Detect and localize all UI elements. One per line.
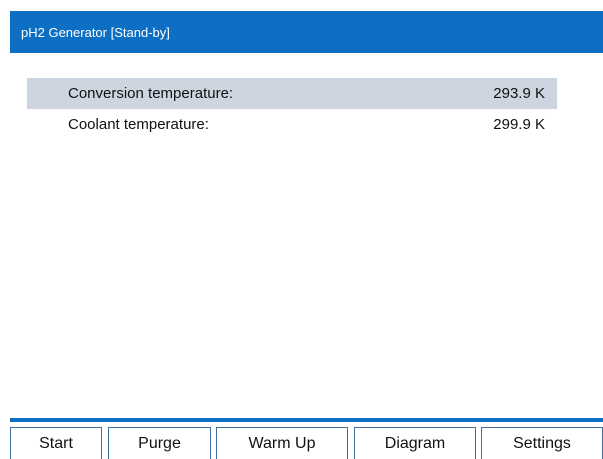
reading-value: 293.9 K bbox=[493, 85, 545, 102]
toolbar-divider bbox=[10, 418, 603, 422]
diagram-button[interactable]: Diagram bbox=[354, 427, 476, 459]
reading-row-coolant-temperature: Coolant temperature: 299.9 K bbox=[27, 109, 557, 140]
reading-label: Coolant temperature: bbox=[68, 116, 209, 133]
ph2-generator-window: pH2 Generator [Stand-by] Conversion temp… bbox=[0, 0, 603, 459]
start-button[interactable]: Start bbox=[10, 427, 102, 459]
reading-label: Conversion temperature: bbox=[68, 85, 234, 102]
readings-list: Conversion temperature: 293.9 K Coolant … bbox=[27, 78, 557, 140]
title-bar: pH2 Generator [Stand-by] bbox=[10, 11, 603, 53]
reading-value: 299.9 K bbox=[493, 116, 545, 133]
settings-button[interactable]: Settings bbox=[481, 427, 603, 459]
warm-up-button[interactable]: Warm Up bbox=[216, 427, 348, 459]
purge-button[interactable]: Purge bbox=[108, 427, 211, 459]
window-title: pH2 Generator [Stand-by] bbox=[21, 24, 170, 40]
reading-row-conversion-temperature: Conversion temperature: 293.9 K bbox=[27, 78, 557, 109]
